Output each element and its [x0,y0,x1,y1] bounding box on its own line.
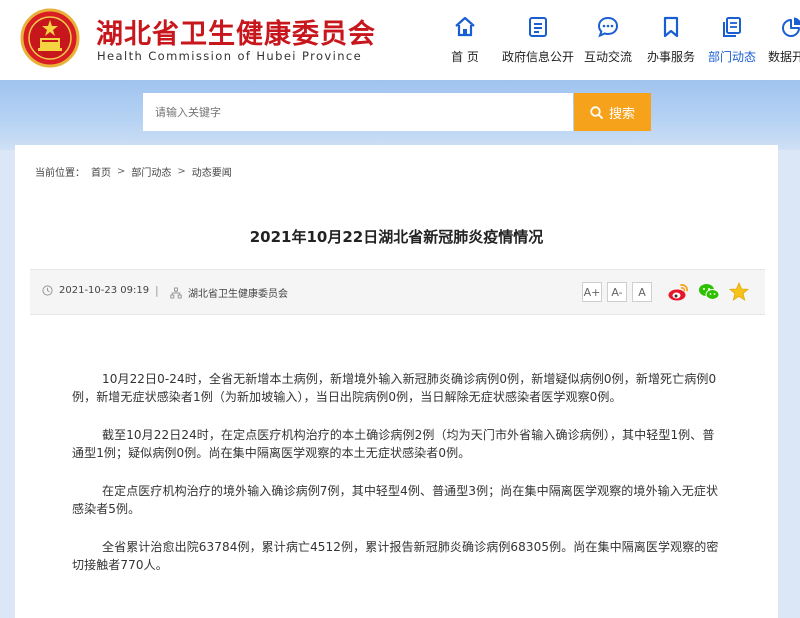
breadcrumb-separator: > [117,166,126,177]
article-datetime: 2021-10-23 09:19 [42,285,149,296]
search-button-label: 搜索 [608,106,635,122]
search-icon [590,105,603,119]
organization-icon [170,287,182,298]
article-source: 湖北省卫生健康委员会 [170,285,288,300]
breadcrumb-separator: > [177,166,186,177]
meta-divider: | [155,284,159,297]
breadcrumb-prefix: 当前位置： [35,168,85,179]
article-datetime-text: 2021-10-23 09:19 [59,285,150,296]
wechat-icon[interactable] [698,282,720,302]
national-emblem-icon[interactable] [20,8,80,68]
search-button[interactable]: 搜索 [574,93,651,131]
favorite-star-icon[interactable] [728,282,750,302]
document-list-icon [529,17,547,37]
article-body: 10月22日0-24时，全省无新增本土病例，新增境外输入新冠肺炎确诊病例0例，新… [72,370,720,594]
site-subtitle: Health Commission of Hubei Province [97,49,363,63]
article-paragraph: 全省累计治愈出院63784例，累计病亡4512例，累计报告新冠肺炎确诊病例683… [72,540,719,572]
home-icon [455,16,475,37]
breadcrumb-item-headlines[interactable]: 动态要闻 [192,164,232,179]
font-size-increase-button[interactable]: A+ [582,282,602,302]
font-size-decrease-button[interactable]: A- [607,282,627,302]
article-paragraph: 在定点医疗机构治疗的境外输入确诊病例7例，其中轻型4例、普通型3例；尚在集中隔离… [72,484,719,516]
nav-item-open-data[interactable]: 数据开放 [747,12,800,72]
article-title: 2021年10月22日湖北省新冠肺炎疫情情况 [249,228,544,246]
breadcrumb-item-home[interactable]: 首页 [91,164,111,179]
pie-chart-icon [782,17,800,37]
bookmark-icon [663,16,679,38]
chat-bubble-icon [597,16,619,38]
site-title[interactable]: 湖北省卫生健康委员会 [96,12,376,51]
site-header: 湖北省卫生健康委员会 Health Commission of Hubei Pr… [0,0,800,80]
font-size-default-button[interactable]: A [632,282,652,302]
nav-label-open-data: 数据开放 [767,50,800,64]
clock-icon [42,285,53,296]
article-paragraph: 截至10月22日24时，在定点医疗机构治疗的本土确诊病例2例（均为天门市外省输入… [72,428,715,460]
weibo-icon[interactable] [667,282,689,302]
search-input[interactable] [143,93,573,131]
breadcrumb-item-department-news[interactable]: 部门动态 [131,164,171,179]
article-paragraph: 10月22日0-24时，全省无新增本土病例，新增境外输入新冠肺炎确诊病例0例，新… [72,372,717,404]
news-pages-icon [723,17,741,37]
breadcrumb: 当前位置： 首页 > 部门动态 > 动态要闻 [35,164,232,179]
article-source-text: 湖北省卫生健康委员会 [188,289,288,300]
